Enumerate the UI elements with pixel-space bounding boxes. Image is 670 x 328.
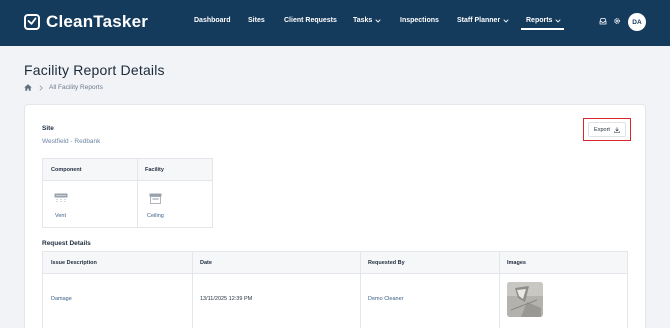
page-title: Facility Report Details — [24, 62, 165, 78]
logo-icon — [24, 14, 40, 30]
nav-staff-planner[interactable]: Staff Planner — [457, 17, 509, 24]
header-component: Component — [51, 167, 82, 173]
site-value: Westfield - Redbank — [42, 138, 101, 145]
nav-client-requests[interactable]: Client Requests — [284, 17, 337, 24]
app-logo[interactable]: CleanTasker — [24, 12, 148, 32]
column-divider — [360, 252, 361, 328]
top-navbar: CleanTasker Dashboard Sites Client Reque… — [0, 0, 670, 46]
breadcrumb: All Facility Reports — [24, 84, 103, 91]
nav-inspections[interactable]: Inspections — [400, 17, 439, 24]
ceiling-icon — [149, 193, 162, 204]
app-name: CleanTasker — [46, 12, 149, 31]
nav-label: Client Requests — [284, 17, 337, 24]
header-date: Date — [200, 260, 212, 266]
request-details-table: Issue Description Date Requested By Imag… — [42, 251, 628, 328]
header-requested-by: Requested By — [368, 260, 405, 266]
breadcrumb-current[interactable]: All Facility Reports — [49, 84, 103, 91]
header-images: Images — [507, 260, 526, 266]
nav-tasks[interactable]: Tasks — [353, 17, 381, 24]
column-divider — [137, 159, 138, 227]
nav-sites[interactable]: Sites — [248, 17, 265, 24]
chevron-down-icon — [555, 18, 562, 23]
nav-reports[interactable]: Reports — [526, 17, 562, 24]
inbox-icon[interactable] — [599, 17, 607, 25]
gear-icon[interactable] — [613, 17, 621, 25]
download-icon — [614, 126, 620, 133]
facility-value: Ceiling — [147, 213, 164, 219]
home-icon[interactable] — [24, 84, 32, 91]
export-button[interactable]: Export — [588, 122, 626, 137]
request-details-label: Request Details — [42, 240, 91, 247]
nav-label: Reports — [526, 17, 553, 24]
component-value: Vent — [55, 213, 67, 219]
nav-label: Sites — [248, 17, 265, 24]
nav-active-indicator — [521, 28, 564, 30]
site-label: Site — [42, 125, 54, 132]
nav-dashboard[interactable]: Dashboard — [194, 17, 231, 24]
chevron-down-icon — [503, 18, 509, 23]
avatar-initials: DA — [632, 18, 642, 26]
component-facility-table: Component Facility Vent Ceiling — [42, 158, 213, 228]
table-header — [43, 252, 627, 274]
user-avatar[interactable]: DA — [628, 13, 646, 31]
nav-label: Inspections — [400, 17, 439, 24]
column-divider — [499, 252, 500, 328]
column-divider — [192, 252, 193, 328]
nav-label: Tasks — [353, 17, 373, 24]
issue-cell[interactable]: Damage — [51, 296, 72, 302]
export-label: Export — [594, 126, 610, 133]
date-cell: 13/11/2025 12:39 PM — [200, 296, 253, 302]
chevron-right-icon — [39, 84, 43, 91]
damage-photo-thumbnail[interactable] — [507, 282, 543, 317]
header-facility: Facility — [145, 167, 164, 173]
vent-icon — [54, 193, 68, 203]
chevron-down-icon — [375, 18, 381, 23]
requested-by-cell: Demo Cleaner — [368, 296, 404, 302]
nav-label: Dashboard — [194, 17, 231, 24]
nav-label: Staff Planner — [457, 17, 501, 24]
header-issue-description: Issue Description — [51, 260, 97, 266]
